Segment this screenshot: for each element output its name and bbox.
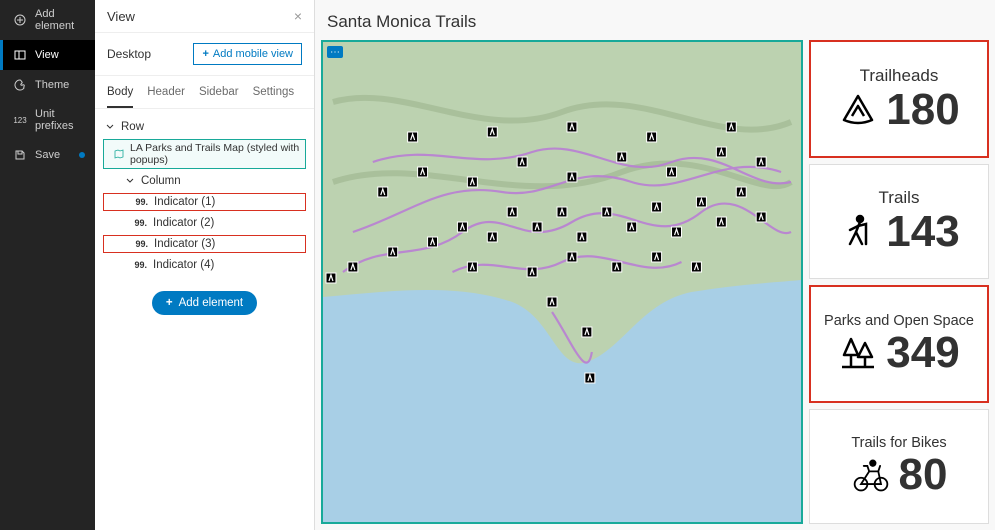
tree-node-label: Indicator (1) xyxy=(154,196,215,208)
map-menu-button[interactable]: ⋯ xyxy=(327,46,343,58)
dashboard-title: Santa Monica Trails xyxy=(321,6,989,40)
indicator-card-trailheads[interactable]: Trailheads 180 xyxy=(809,40,989,158)
map-svg xyxy=(323,42,801,522)
mobile-btn-label: Add mobile view xyxy=(213,48,293,60)
indicator-icon: 99. xyxy=(133,260,147,270)
tree-node-indicator-4[interactable]: 99. Indicator (4) xyxy=(103,257,306,273)
tree-node-label: Indicator (3) xyxy=(154,238,215,250)
rail-item-label: Theme xyxy=(35,79,69,91)
left-rail: Add element View Theme 123 Unit prefixes… xyxy=(0,0,95,530)
save-icon xyxy=(13,148,27,162)
rail-item-label: Add element xyxy=(35,8,85,32)
tree-node-indicator-3[interactable]: 99. Indicator (3) xyxy=(103,235,306,253)
tab-body[interactable]: Body xyxy=(107,76,133,108)
indicator-title: Parks and Open Space xyxy=(824,313,974,329)
tab-header[interactable]: Header xyxy=(147,76,185,108)
indicator-title: Trails for Bikes xyxy=(851,435,946,451)
indicator-card-parks[interactable]: Parks and Open Space 349 xyxy=(809,285,989,403)
plus-circle-icon xyxy=(13,13,27,27)
rail-item-theme[interactable]: Theme xyxy=(0,70,95,100)
panel-tabs: Body Header Sidebar Settings xyxy=(95,76,314,109)
tab-sidebar[interactable]: Sidebar xyxy=(199,76,239,108)
panel-subheader: Desktop + Add mobile view xyxy=(95,33,314,76)
dashboard-body: ⋯ xyxy=(321,40,989,524)
tree-node-label: Indicator (2) xyxy=(153,217,214,229)
rail-item-unit-prefixes[interactable]: 123 Unit prefixes xyxy=(0,100,95,140)
panel-title: View xyxy=(107,9,135,24)
indicator-icon: 99. xyxy=(134,197,148,207)
tree-node-label: LA Parks and Trails Map (styled with pop… xyxy=(130,142,301,166)
map-icon xyxy=(114,149,124,159)
trees-icon xyxy=(838,333,878,373)
rail-item-label: View xyxy=(35,49,59,61)
plus-icon: + xyxy=(166,297,173,309)
tab-settings[interactable]: Settings xyxy=(253,76,295,108)
tree-node-label: Row xyxy=(121,121,144,133)
bike-icon xyxy=(851,455,891,495)
indicator-value: 143 xyxy=(886,210,959,254)
rail-item-label: Save xyxy=(35,149,60,161)
chevron-down-icon xyxy=(125,176,135,186)
indicator-title: Trails xyxy=(879,188,920,208)
tree-node-row[interactable]: Row xyxy=(103,119,306,135)
layout-icon xyxy=(13,48,27,62)
plus-icon: + xyxy=(202,48,208,60)
layout-tree: Row LA Parks and Trails Map (styled with… xyxy=(95,109,314,325)
rail-item-save[interactable]: Save xyxy=(0,140,95,170)
palette-icon xyxy=(13,78,27,92)
add-mobile-view-button[interactable]: + Add mobile view xyxy=(193,43,302,65)
tree-node-map[interactable]: LA Parks and Trails Map (styled with pop… xyxy=(103,139,306,169)
tree-node-label: Indicator (4) xyxy=(153,259,214,271)
indicator-value: 349 xyxy=(886,331,959,375)
close-icon[interactable]: × xyxy=(294,8,302,24)
unsaved-dot-icon xyxy=(79,152,85,158)
indicator-column: Trailheads 180 Trails xyxy=(809,40,989,524)
dashboard-canvas: Santa Monica Trails ⋯ xyxy=(315,0,995,530)
tree-node-column[interactable]: Column xyxy=(103,173,306,189)
indicator-card-trails[interactable]: Trails 143 xyxy=(809,164,989,280)
panel-header: View × xyxy=(95,0,314,33)
indicator-title: Trailheads xyxy=(860,66,939,86)
hiker-icon xyxy=(838,212,878,252)
one-two-three-icon: 123 xyxy=(13,113,27,127)
rail-item-view[interactable]: View xyxy=(0,40,95,70)
tree-node-indicator-1[interactable]: 99. Indicator (1) xyxy=(103,193,306,211)
add-element-label: Add element xyxy=(179,297,244,309)
indicator-value: 180 xyxy=(886,88,959,132)
tree-node-label: Column xyxy=(141,175,181,187)
config-panel: View × Desktop + Add mobile view Body He… xyxy=(95,0,315,530)
add-element-button[interactable]: + Add element xyxy=(152,291,257,315)
indicator-card-bikes[interactable]: Trails for Bikes 80 xyxy=(809,409,989,525)
rail-item-label: Unit prefixes xyxy=(35,108,85,132)
mode-label: Desktop xyxy=(107,47,151,61)
indicator-icon: 99. xyxy=(133,218,147,228)
trailhead-icon xyxy=(838,90,878,130)
tree-node-indicator-2[interactable]: 99. Indicator (2) xyxy=(103,215,306,231)
indicator-value: 80 xyxy=(899,453,948,497)
map-card[interactable]: ⋯ xyxy=(321,40,803,524)
chevron-down-icon xyxy=(105,122,115,132)
rail-item-add-element[interactable]: Add element xyxy=(0,0,95,40)
indicator-icon: 99. xyxy=(134,239,148,249)
